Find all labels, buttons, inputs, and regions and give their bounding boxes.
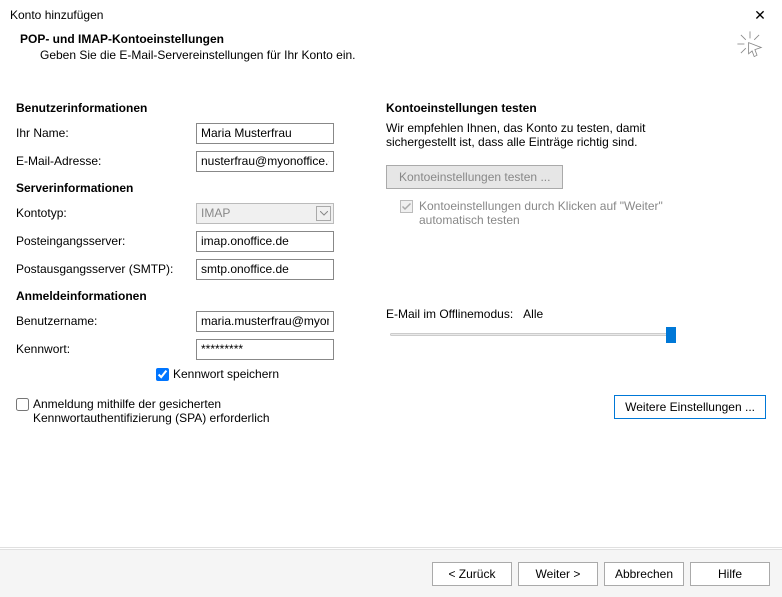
auto-test-label: Kontoeinstellungen durch Klicken auf "We…: [419, 199, 679, 227]
username-label: Benutzername:: [16, 314, 196, 328]
outgoing-server-input[interactable]: [196, 259, 334, 280]
user-info-section-title: Benutzerinformationen: [16, 101, 356, 115]
slider-thumb[interactable]: [666, 327, 676, 343]
test-settings-title: Kontoeinstellungen testen: [386, 101, 766, 115]
window-title: Konto hinzufügen: [10, 8, 103, 22]
email-label: E-Mail-Adresse:: [16, 154, 196, 168]
account-type-label: Kontotyp:: [16, 206, 196, 220]
save-password-checkbox[interactable]: [156, 368, 169, 381]
more-settings-button[interactable]: Weitere Einstellungen ...: [614, 395, 766, 419]
offline-mode-slider[interactable]: [386, 325, 676, 345]
name-label: Ihr Name:: [16, 126, 196, 140]
incoming-server-label: Posteingangsserver:: [16, 234, 196, 248]
cursor-click-icon: [736, 30, 764, 58]
slider-track: [390, 333, 672, 336]
test-settings-button: Kontoeinstellungen testen ...: [386, 165, 563, 189]
username-input[interactable]: [196, 311, 334, 332]
header-subtitle: Geben Sie die E-Mail-Servereinstellungen…: [40, 48, 762, 62]
test-settings-description: Wir empfehlen Ihnen, das Konto zu testen…: [386, 121, 706, 149]
dialog-header: POP- und IMAP-Kontoeinstellungen Geben S…: [0, 28, 782, 83]
auto-test-checkbox: [400, 200, 413, 213]
account-type-value: IMAP: [201, 206, 230, 220]
cancel-button[interactable]: Abbrechen: [604, 562, 684, 586]
dialog-footer: < Zurück Weiter > Abbrechen Hilfe: [0, 549, 782, 597]
offline-mode-value: Alle: [523, 307, 543, 321]
offline-mode-label: E-Mail im Offlinemodus:: [386, 307, 513, 321]
header-title: POP- und IMAP-Kontoeinstellungen: [20, 32, 762, 46]
login-info-section-title: Anmeldeinformationen: [16, 289, 356, 303]
account-type-select: IMAP: [196, 203, 334, 224]
spa-label: Anmeldung mithilfe der gesicherten Kennw…: [33, 397, 323, 425]
chevron-down-icon: [316, 206, 331, 221]
outgoing-server-label: Postausgangsserver (SMTP):: [16, 262, 196, 276]
back-button[interactable]: < Zurück: [432, 562, 512, 586]
name-input[interactable]: [196, 123, 334, 144]
titlebar: Konto hinzufügen ✕: [0, 0, 782, 28]
save-password-label: Kennwort speichern: [173, 367, 279, 381]
server-info-section-title: Serverinformationen: [16, 181, 356, 195]
password-label: Kennwort:: [16, 342, 196, 356]
incoming-server-input[interactable]: [196, 231, 334, 252]
next-button[interactable]: Weiter >: [518, 562, 598, 586]
password-input[interactable]: [196, 339, 334, 360]
spa-checkbox[interactable]: [16, 398, 29, 411]
help-button[interactable]: Hilfe: [690, 562, 770, 586]
close-icon[interactable]: ✕: [748, 5, 772, 25]
email-input[interactable]: [196, 151, 334, 172]
